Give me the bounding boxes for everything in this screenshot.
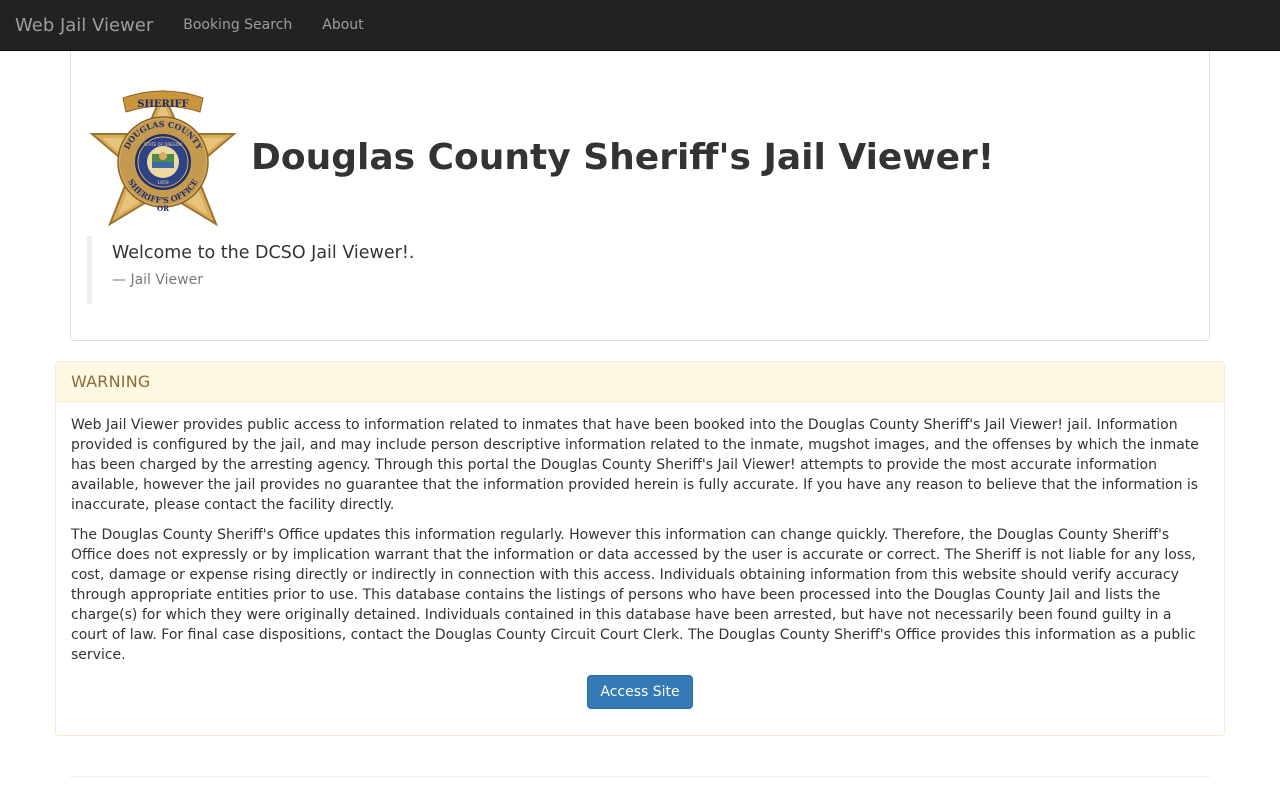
page-title: Douglas County Sheriff's Jail Viewer! bbox=[251, 137, 995, 178]
nav-link-booking-search[interactable]: Booking Search bbox=[183, 17, 292, 33]
quote-text: Welcome to the DCSO Jail Viewer!. bbox=[112, 243, 415, 263]
warning-paragraph-2: The Douglas County Sheriff's Office upda… bbox=[71, 527, 1196, 663]
warning-panel-heading: WARNING bbox=[56, 362, 1224, 402]
footer-divider bbox=[70, 776, 1210, 777]
warning-panel: WARNING Web Jail Viewer provides public … bbox=[55, 361, 1225, 736]
welcome-quote: Welcome to the DCSO Jail Viewer!. — Jail… bbox=[87, 236, 587, 304]
navbar-brand[interactable]: Web Jail Viewer bbox=[15, 15, 153, 36]
header-jumbotron: SHERIFF DOUGLAS COUNTY SHERIFF'S OFFICE … bbox=[70, 51, 1210, 341]
top-navbar: Web Jail Viewer Booking Search About bbox=[0, 0, 1280, 51]
sheriff-badge-logo: SHERIFF DOUGLAS COUNTY SHERIFF'S OFFICE … bbox=[86, 84, 240, 238]
nav-link-about[interactable]: About bbox=[322, 17, 363, 33]
svg-text:SHERIFF: SHERIFF bbox=[137, 99, 188, 110]
svg-text:STATE OF OREGON: STATE OF OREGON bbox=[144, 142, 182, 147]
quote-footer: — Jail Viewer bbox=[112, 272, 203, 288]
svg-text:OR: OR bbox=[157, 204, 169, 213]
warning-paragraph-1: Web Jail Viewer provides public access t… bbox=[71, 417, 1199, 513]
warning-panel-body: Web Jail Viewer provides public access t… bbox=[56, 402, 1224, 724]
svg-text:1859: 1859 bbox=[157, 180, 169, 186]
warning-title: WARNING bbox=[71, 372, 151, 391]
access-site-button[interactable]: Access Site bbox=[587, 675, 693, 709]
